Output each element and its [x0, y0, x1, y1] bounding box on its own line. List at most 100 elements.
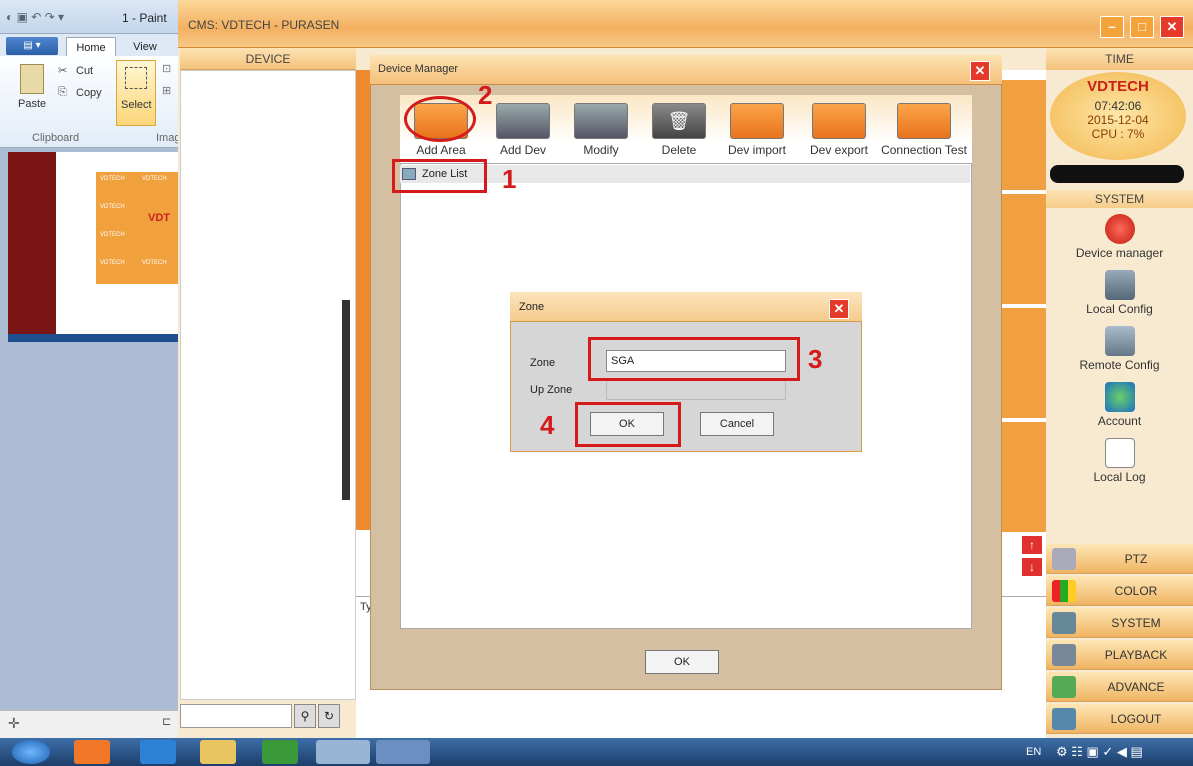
- paint-canvas-area[interactable]: VDTECH VDTECH VDTECH VDT VDTECH VDTECH V…: [0, 148, 178, 710]
- panel-splitter[interactable]: [342, 300, 350, 500]
- add-dev-icon: [496, 103, 550, 139]
- device-manager-close-icon[interactable]: ✕: [970, 61, 990, 81]
- add-dev-label: Add Dev: [499, 143, 547, 157]
- device-search-input[interactable]: [180, 704, 292, 728]
- move-cursor-icon: ✛: [8, 715, 20, 731]
- user-icon: [1104, 382, 1135, 412]
- connection-test-label: Connection Test: [881, 143, 967, 157]
- video-tile-3[interactable]: [1000, 308, 1046, 418]
- paint-titlebar: ◐ ▣ ↶ ↷ ▾ 1 - Paint: [0, 0, 178, 34]
- close-icon[interactable]: ✕: [1160, 16, 1184, 38]
- scroll-down-icon[interactable]: ↓: [1022, 558, 1042, 576]
- app-icon[interactable]: [262, 740, 298, 764]
- start-button[interactable]: [12, 740, 50, 764]
- annotation-number-3: 3: [808, 344, 823, 374]
- logout-label: LOGOUT: [1110, 712, 1162, 726]
- thumb-brand-2: VDTECH: [142, 176, 167, 182]
- document-icon: [1104, 438, 1135, 468]
- paste-icon[interactable]: [20, 64, 44, 94]
- zone-dialog-titlebar: [510, 292, 862, 322]
- config-icon: [1104, 270, 1135, 300]
- clipboard-group-label: Clipboard: [32, 132, 80, 144]
- device-manager-titlebar: [370, 55, 1002, 85]
- select-button[interactable]: Select: [116, 60, 156, 126]
- sidebar-item-label: Local Log: [1093, 470, 1146, 484]
- trash-icon: 🗑: [652, 103, 706, 139]
- annotation-circle-add-area: [404, 96, 476, 142]
- sidebar-item-local-config[interactable]: Local Config: [1046, 270, 1193, 316]
- logout-button[interactable]: LOGOUT: [1046, 704, 1193, 734]
- ptz-button[interactable]: PTZ: [1046, 544, 1193, 574]
- paste-label[interactable]: Paste: [18, 98, 46, 110]
- sidebar-item-account[interactable]: Account: [1046, 382, 1193, 428]
- internet-explorer-icon[interactable]: [140, 740, 176, 764]
- system-icon: [1052, 612, 1076, 634]
- sidebar-item-local-log[interactable]: Local Log: [1046, 438, 1193, 484]
- color-button[interactable]: COLOR: [1046, 576, 1193, 606]
- annotation-box-zone-list: [392, 159, 487, 193]
- system-tray-icons[interactable]: ⚙ ☷ ▣ ✓ ◀ ▤: [1056, 744, 1143, 760]
- selection-size-icon: ⊏: [162, 716, 172, 728]
- zone-dialog-close-icon[interactable]: ✕: [829, 299, 849, 319]
- video-tile-4[interactable]: [1000, 422, 1046, 532]
- media-player-icon[interactable]: [74, 740, 110, 764]
- dev-import-button[interactable]: Dev import: [718, 103, 796, 157]
- cpu-usage: CPU : 7%: [1091, 127, 1145, 141]
- sidebar-item-label: Account: [1097, 414, 1142, 428]
- modify-button[interactable]: Modify: [562, 103, 640, 157]
- cut-label[interactable]: Cut: [76, 65, 93, 77]
- color-icon: [1052, 580, 1076, 602]
- video-tile-1[interactable]: [1000, 80, 1046, 190]
- thumb-taskbar: [8, 334, 178, 342]
- copy-icon[interactable]: ⎘: [58, 86, 67, 99]
- playback-label: PLAYBACK: [1104, 648, 1168, 662]
- select-icon: [125, 67, 147, 89]
- minimize-icon[interactable]: –: [1100, 16, 1124, 38]
- ptz-label: PTZ: [1124, 552, 1148, 566]
- windows-taskbar: [0, 738, 1193, 766]
- thumb-desktop-icons: [8, 152, 56, 340]
- modify-icon: [574, 103, 628, 139]
- device-manager-ok-button[interactable]: OK: [645, 650, 719, 674]
- advance-button[interactable]: ADVANCE: [1046, 672, 1193, 702]
- system-button[interactable]: SYSTEM: [1046, 608, 1193, 638]
- sidebar-item-label: Remote Config: [1079, 358, 1160, 372]
- up-zone-field[interactable]: [606, 380, 786, 400]
- tab-home[interactable]: Home: [66, 37, 116, 57]
- scroll-up-icon[interactable]: ↑: [1022, 536, 1042, 554]
- crop-icon[interactable]: ⊡: [162, 62, 171, 75]
- tab-view[interactable]: View: [122, 37, 168, 57]
- quick-access-icons[interactable]: ◐ ▣ ↶ ↷ ▾: [6, 10, 64, 24]
- sidebar-item-label: Local Config: [1086, 302, 1153, 316]
- zone-dialog-title: Zone: [519, 301, 545, 313]
- delete-label: Delete: [661, 143, 697, 157]
- connection-test-button[interactable]: Connection Test: [876, 103, 972, 157]
- color-label: COLOR: [1114, 584, 1158, 598]
- delete-button[interactable]: 🗑 Delete: [640, 103, 718, 157]
- sidebar-item-device-manager[interactable]: Device manager: [1046, 214, 1193, 260]
- search-icon[interactable]: ⚲: [294, 704, 316, 728]
- sidebar-item-remote-config[interactable]: Remote Config: [1046, 326, 1193, 372]
- copy-label[interactable]: Copy: [76, 87, 102, 99]
- cms-taskbar-icon[interactable]: [316, 740, 370, 764]
- file-explorer-icon[interactable]: [200, 740, 236, 764]
- thumb-brand-4: VDTECH: [100, 232, 125, 238]
- refresh-icon[interactable]: ↻: [318, 704, 340, 728]
- device-tree-panel[interactable]: [180, 70, 356, 700]
- language-indicator[interactable]: EN: [1026, 746, 1041, 758]
- paint-file-menu-button[interactable]: ▤ ▾: [6, 37, 58, 55]
- playback-button[interactable]: PLAYBACK: [1046, 640, 1193, 670]
- image-group-label: Imag: [156, 132, 181, 144]
- thumb-brand-5: VDTECH: [100, 260, 125, 266]
- add-dev-button[interactable]: Add Dev: [484, 103, 562, 157]
- resize-icon[interactable]: ⊞: [162, 84, 171, 97]
- paint-taskbar-icon[interactable]: [376, 740, 430, 764]
- maximize-icon[interactable]: □: [1130, 16, 1154, 38]
- select-label: Select: [121, 99, 152, 111]
- cut-icon[interactable]: ✂: [58, 64, 67, 77]
- video-tile-2[interactable]: [1000, 194, 1046, 304]
- paint-statusbar: ✛ ⊏: [0, 710, 178, 738]
- zone-cancel-button[interactable]: Cancel: [700, 412, 774, 436]
- time-header: TIME: [1046, 48, 1193, 70]
- dev-export-button[interactable]: Dev export: [800, 103, 878, 157]
